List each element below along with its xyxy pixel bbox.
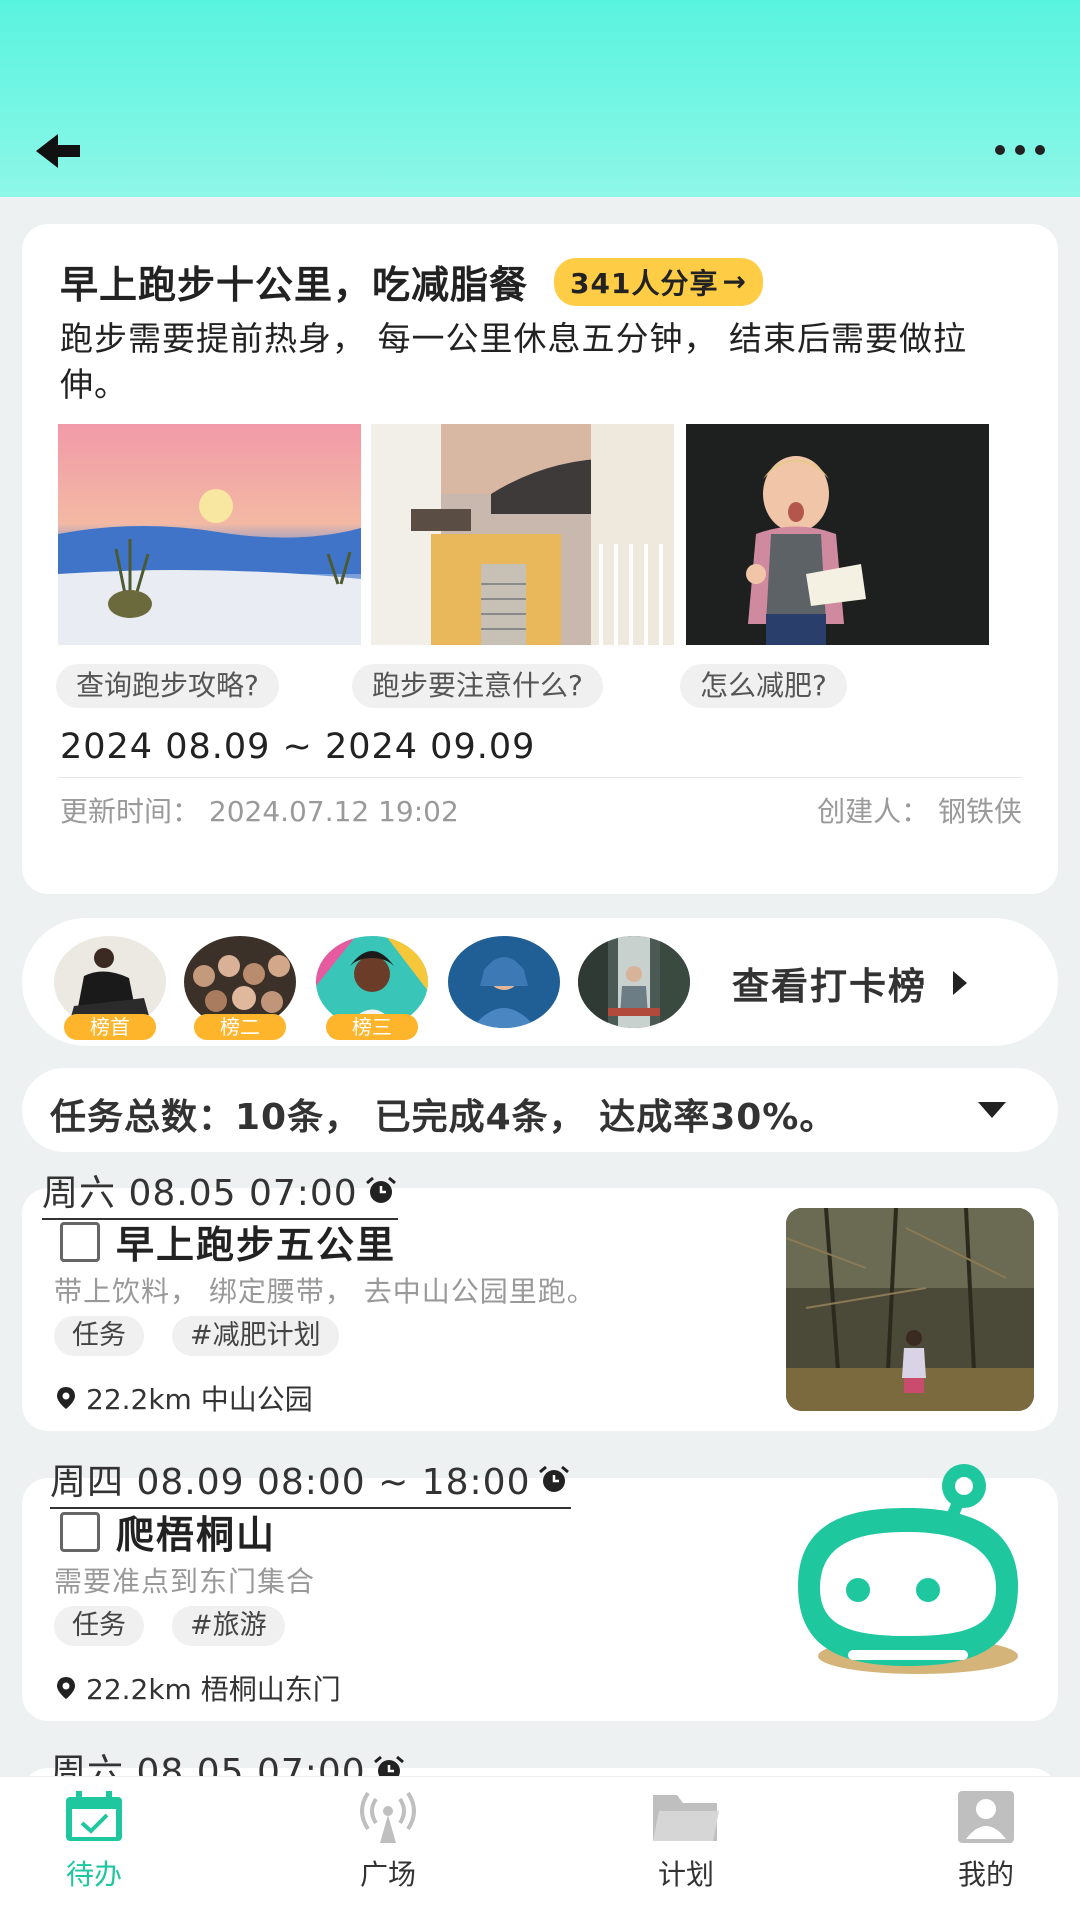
plan-photo-boy-reading[interactable] — [686, 424, 989, 645]
share-count-label: 341人分享 — [570, 266, 719, 300]
divider — [58, 777, 1022, 778]
rank-avatar-3[interactable]: 榜三 — [316, 936, 428, 1040]
nav-item-mine[interactable]: 我的 — [916, 1789, 1056, 1893]
location-pin-icon — [57, 1387, 75, 1409]
plan-title-row: 早上跑步十公里，吃减脂餐 341人分享 → — [60, 254, 763, 309]
rank-avatar-5[interactable] — [578, 936, 690, 1040]
caret-down-icon[interactable] — [976, 1100, 1008, 1120]
suggestion-chip-lose-weight[interactable]: 怎么减肥? — [680, 664, 847, 708]
nav-item-todo[interactable]: 待办 — [24, 1789, 164, 1893]
caret-right-icon — [953, 971, 967, 995]
task-location-text: 22.2km 中山公园 — [86, 1383, 313, 1416]
nav-label: 待办 — [65, 1858, 122, 1891]
plan-date-range: 2024 08.09 ~ 2024 09.09 — [60, 727, 536, 767]
task-card[interactable]: 早上跑步五公里 带上饮料， 绑定腰带， 去中山公园里跑。 任务 #减肥计划 22… — [22, 1188, 1058, 1431]
rank-avatar-4[interactable] — [448, 936, 560, 1040]
task-stats-bar[interactable]: 任务总数：10条， 已完成4条， 达成率30%。 — [22, 1068, 1058, 1152]
profile-icon — [958, 1791, 1014, 1843]
rank-badge-second: 榜二 — [194, 1014, 286, 1040]
robot-assistant-icon[interactable] — [778, 1456, 1038, 1686]
task-tag: 任务 — [54, 1316, 144, 1356]
suggestion-chip-running-guide[interactable]: 查询跑步攻略? — [56, 664, 279, 708]
nav-label: 计划 — [657, 1858, 714, 1891]
task-location-text: 22.2km 梧桐山东门 — [86, 1673, 341, 1706]
view-ranking-link[interactable]: 查看打卡榜 — [732, 956, 969, 1010]
task-description: 需要准点到东门集合 — [54, 1565, 316, 1598]
task-date-text: 周六 08.05 07:00 — [42, 1173, 358, 1214]
task-date-text: 周四 08.09 08:00 ~ 18:00 — [50, 1462, 531, 1503]
calendar-check-icon — [66, 1791, 122, 1841]
suggestion-chip-running-tips[interactable]: 跑步要注意什么? — [352, 664, 603, 708]
broadcast-icon — [360, 1791, 416, 1843]
plan-title: 早上跑步十公里，吃减脂餐 — [60, 263, 529, 307]
nav-label: 我的 — [957, 1858, 1014, 1891]
update-time: 更新时间： 2024.07.12 19:02 — [60, 795, 459, 828]
task-tag: 任务 — [54, 1606, 144, 1646]
plan-description: 跑步需要提前热身， 每一公里休息五分钟， 结束后需要做拉伸。 — [60, 319, 967, 404]
page: 早上跑步十公里，吃减脂餐 341人分享 → 跑步需要提前热身， 每一公里休息五分… — [0, 0, 1080, 1920]
rank-badge-third: 榜三 — [326, 1014, 418, 1040]
task-checkbox[interactable] — [60, 1222, 100, 1262]
alarm-clock-icon — [365, 1176, 396, 1203]
more-options-icon[interactable] — [988, 130, 1052, 170]
task-thumbnail-forest[interactable] — [786, 1208, 1034, 1411]
header-bar — [0, 0, 1080, 197]
back-arrow-icon[interactable] — [28, 128, 88, 174]
plan-photo-terrace-stairs[interactable] — [371, 424, 674, 645]
task-stats-text: 任务总数：10条， 已完成4条， 达成率30%。 — [50, 1097, 837, 1138]
rank-avatar-1[interactable]: 榜首 — [54, 936, 166, 1040]
alarm-clock-icon — [538, 1465, 569, 1492]
nav-item-plan[interactable]: 计划 — [616, 1789, 756, 1893]
avatar — [578, 936, 690, 1028]
task-description: 带上饮料， 绑定腰带， 去中山公园里跑。 — [54, 1275, 596, 1308]
task-title: 爬梧桐山 — [116, 1513, 277, 1557]
plan-summary-card: 早上跑步十公里，吃减脂餐 341人分享 → 跑步需要提前热身， 每一公里休息五分… — [22, 224, 1058, 894]
nav-label: 广场 — [359, 1858, 416, 1891]
share-arrow-icon: → — [722, 265, 747, 298]
plan-photo-moon-desert[interactable] — [58, 424, 361, 645]
task-checkbox[interactable] — [60, 1512, 100, 1552]
avatar — [448, 936, 560, 1028]
task-date-header: 周六 08.05 07:00 — [42, 1164, 398, 1220]
task-date-header: 周四 08.09 08:00 ~ 18:00 — [50, 1453, 571, 1509]
bottom-navigation: 待办 广场 计划 我的 — [0, 1776, 1080, 1920]
task-location: 22.2km 中山公园 — [56, 1378, 313, 1418]
task-tag: #旅游 — [172, 1606, 285, 1646]
share-count-button[interactable]: 341人分享 → — [554, 257, 763, 306]
nav-item-square[interactable]: 广场 — [318, 1789, 458, 1893]
rank-badge-first: 榜首 — [64, 1014, 156, 1040]
task-title: 早上跑步五公里 — [116, 1223, 397, 1267]
rank-avatar-2[interactable]: 榜二 — [184, 936, 296, 1040]
creator: 创建人： 钢铁侠 — [817, 795, 1022, 828]
check-in-ranking-card[interactable]: 榜首 榜二 榜三 查看打卡榜 — [22, 918, 1058, 1046]
location-pin-icon — [57, 1677, 75, 1699]
view-ranking-label: 查看打卡榜 — [732, 965, 927, 1008]
task-location: 22.2km 梧桐山东门 — [56, 1668, 341, 1708]
task-tag: #减肥计划 — [172, 1316, 339, 1356]
folder-icon — [653, 1795, 719, 1841]
